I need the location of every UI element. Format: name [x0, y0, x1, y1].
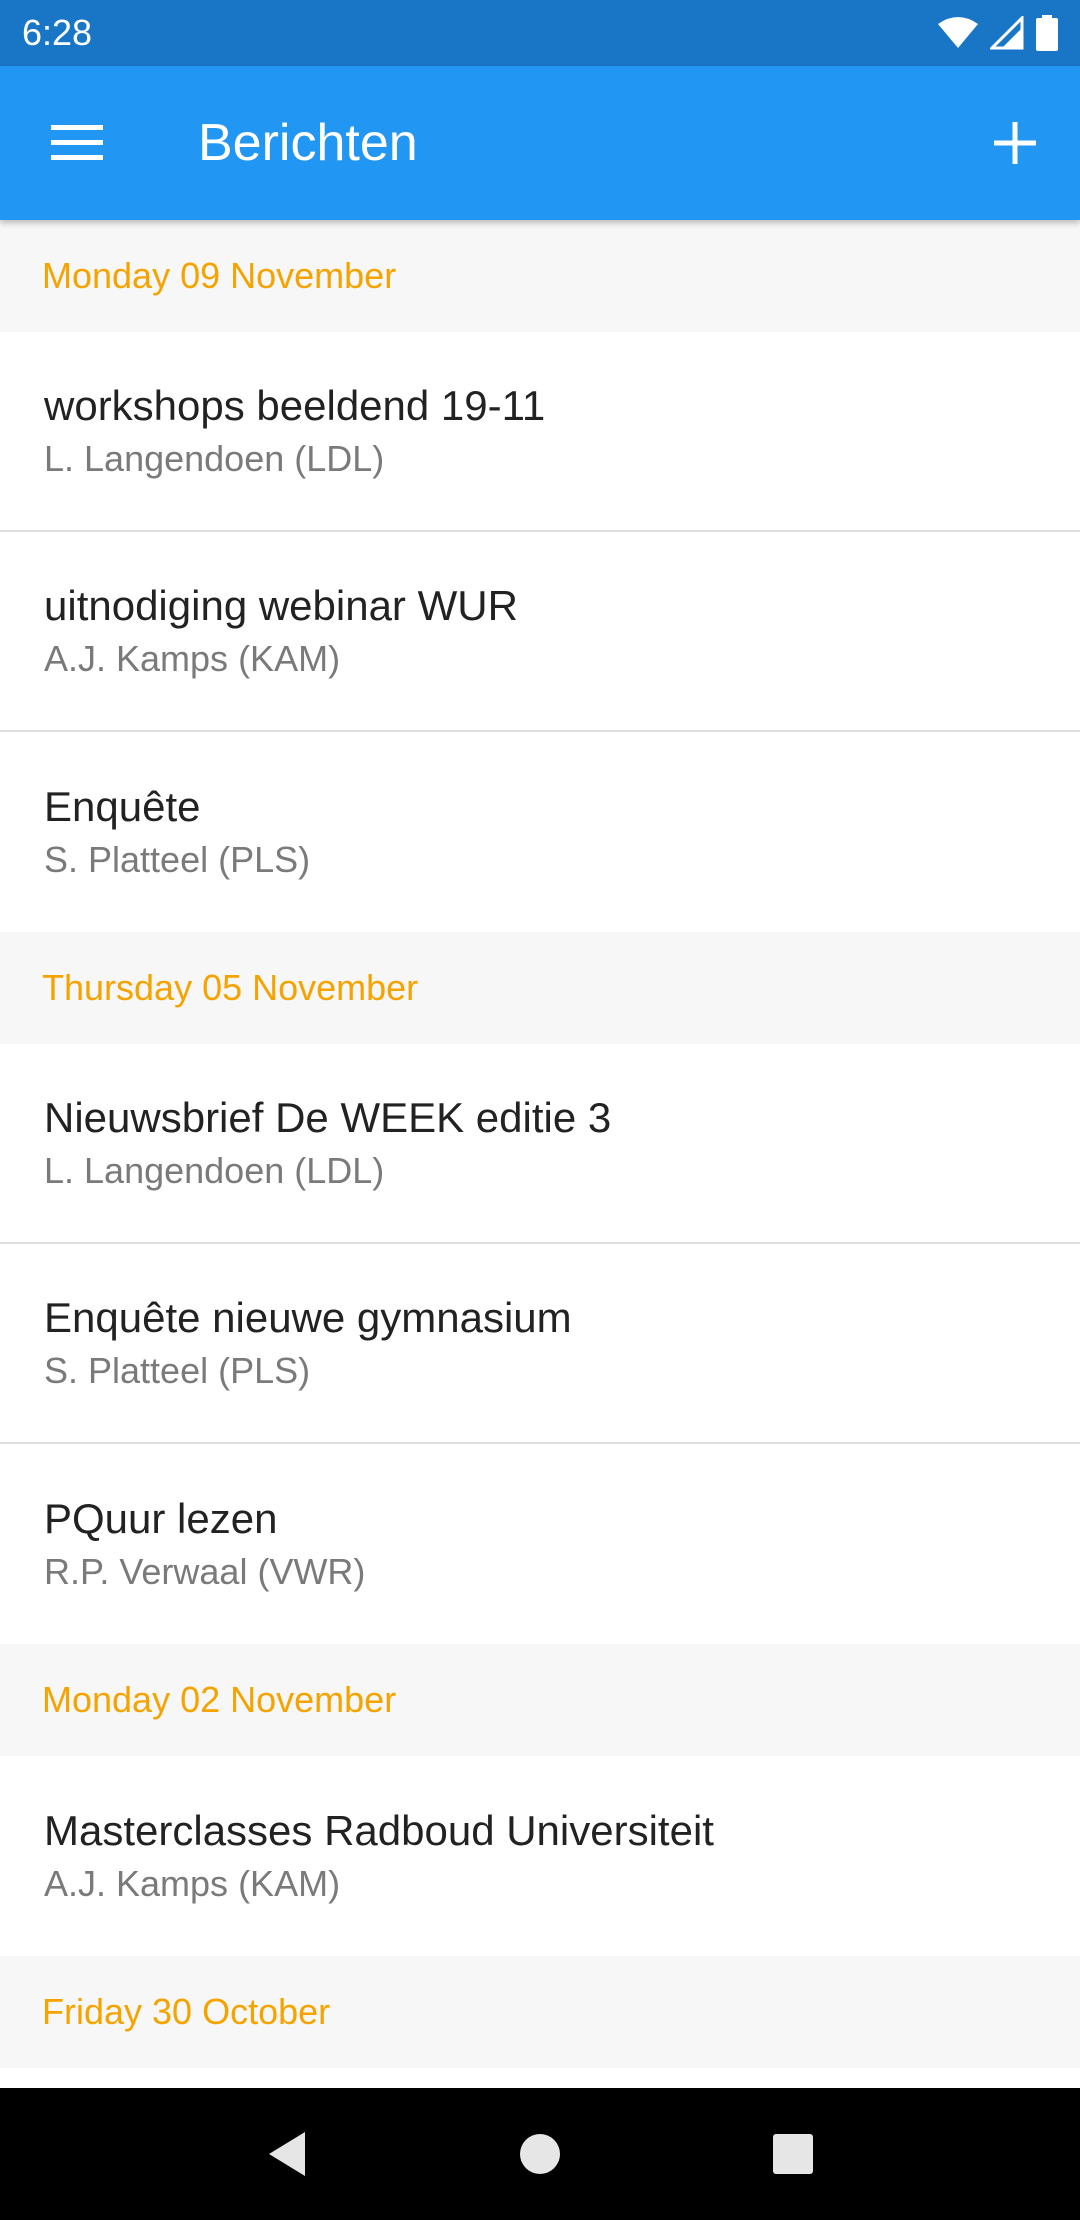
message-author: S. Platteel (PLS)	[44, 1350, 311, 1391]
app-bar: Berichten	[0, 66, 1080, 220]
section-header: Monday 09 November	[0, 220, 1080, 332]
status-icons	[938, 15, 1058, 51]
add-message-button[interactable]	[950, 66, 1080, 220]
back-button[interactable]	[247, 2114, 327, 2194]
message-author: A.J. Kamps (KAM)	[44, 1863, 341, 1904]
message-author: R.P. Verwaal (VWR)	[44, 1551, 366, 1592]
list-item[interactable]: workshops beeldend 19-11 L. Langendoen (…	[0, 332, 1080, 532]
list-item[interactable]: PQuur lezen R.P. Verwaal (VWR)	[0, 1444, 1080, 1644]
message-title: Nieuwsbrief De WEEK editie 3	[44, 1094, 612, 1141]
section-header: Thursday 05 November	[0, 932, 1080, 1044]
recents-button[interactable]	[753, 2114, 833, 2194]
plus-icon	[994, 122, 1036, 164]
message-author: L. Langendoen (LDL)	[44, 1150, 385, 1191]
list-item[interactable]: Enquête S. Platteel (PLS)	[0, 732, 1080, 932]
list-item[interactable]: uitnodiging webinar WUR A.J. Kamps (KAM)	[0, 532, 1080, 732]
page-title: Berichten	[198, 114, 418, 172]
message-author: L. Langendoen (LDL)	[44, 438, 385, 479]
signal-icon	[990, 16, 1024, 50]
list-item[interactable]: Masterclasses Radboud Universiteit A.J. …	[0, 1756, 1080, 1956]
status-time: 6:28	[22, 12, 93, 53]
menu-button[interactable]	[0, 66, 154, 220]
message-title: Enquête nieuwe gymnasium	[44, 1294, 572, 1341]
status-bar: 6:28	[0, 0, 1080, 66]
message-title: Masterclasses Radboud Universiteit	[44, 1807, 714, 1854]
list-item[interactable]: Enquête nieuwe gymnasium S. Platteel (PL…	[0, 1244, 1080, 1444]
message-author: S. Platteel (PLS)	[44, 839, 311, 880]
section-header: Friday 30 October	[0, 1956, 1080, 2068]
home-icon	[519, 2134, 560, 2174]
message-author: A.J. Kamps (KAM)	[44, 638, 341, 679]
message-title: PQuur lezen	[44, 1495, 278, 1542]
navigation-bar	[0, 2088, 1080, 2220]
back-icon	[268, 2132, 305, 2176]
message-title: uitnodiging webinar WUR	[44, 582, 518, 629]
home-button[interactable]	[500, 2114, 580, 2194]
list-item[interactable]: Nieuwsbrief De WEEK editie 3 L. Langendo…	[0, 1044, 1080, 1244]
message-list[interactable]: Monday 09 November workshops beeldend 19…	[0, 220, 1080, 2088]
battery-icon	[1036, 15, 1058, 51]
menu-icon	[51, 125, 103, 160]
section-header: Monday 02 November	[0, 1644, 1080, 1756]
message-title: workshops beeldend 19-11	[44, 382, 546, 429]
wifi-icon	[938, 17, 978, 48]
message-title: Enquête	[44, 783, 201, 830]
recents-icon	[773, 2134, 814, 2174]
